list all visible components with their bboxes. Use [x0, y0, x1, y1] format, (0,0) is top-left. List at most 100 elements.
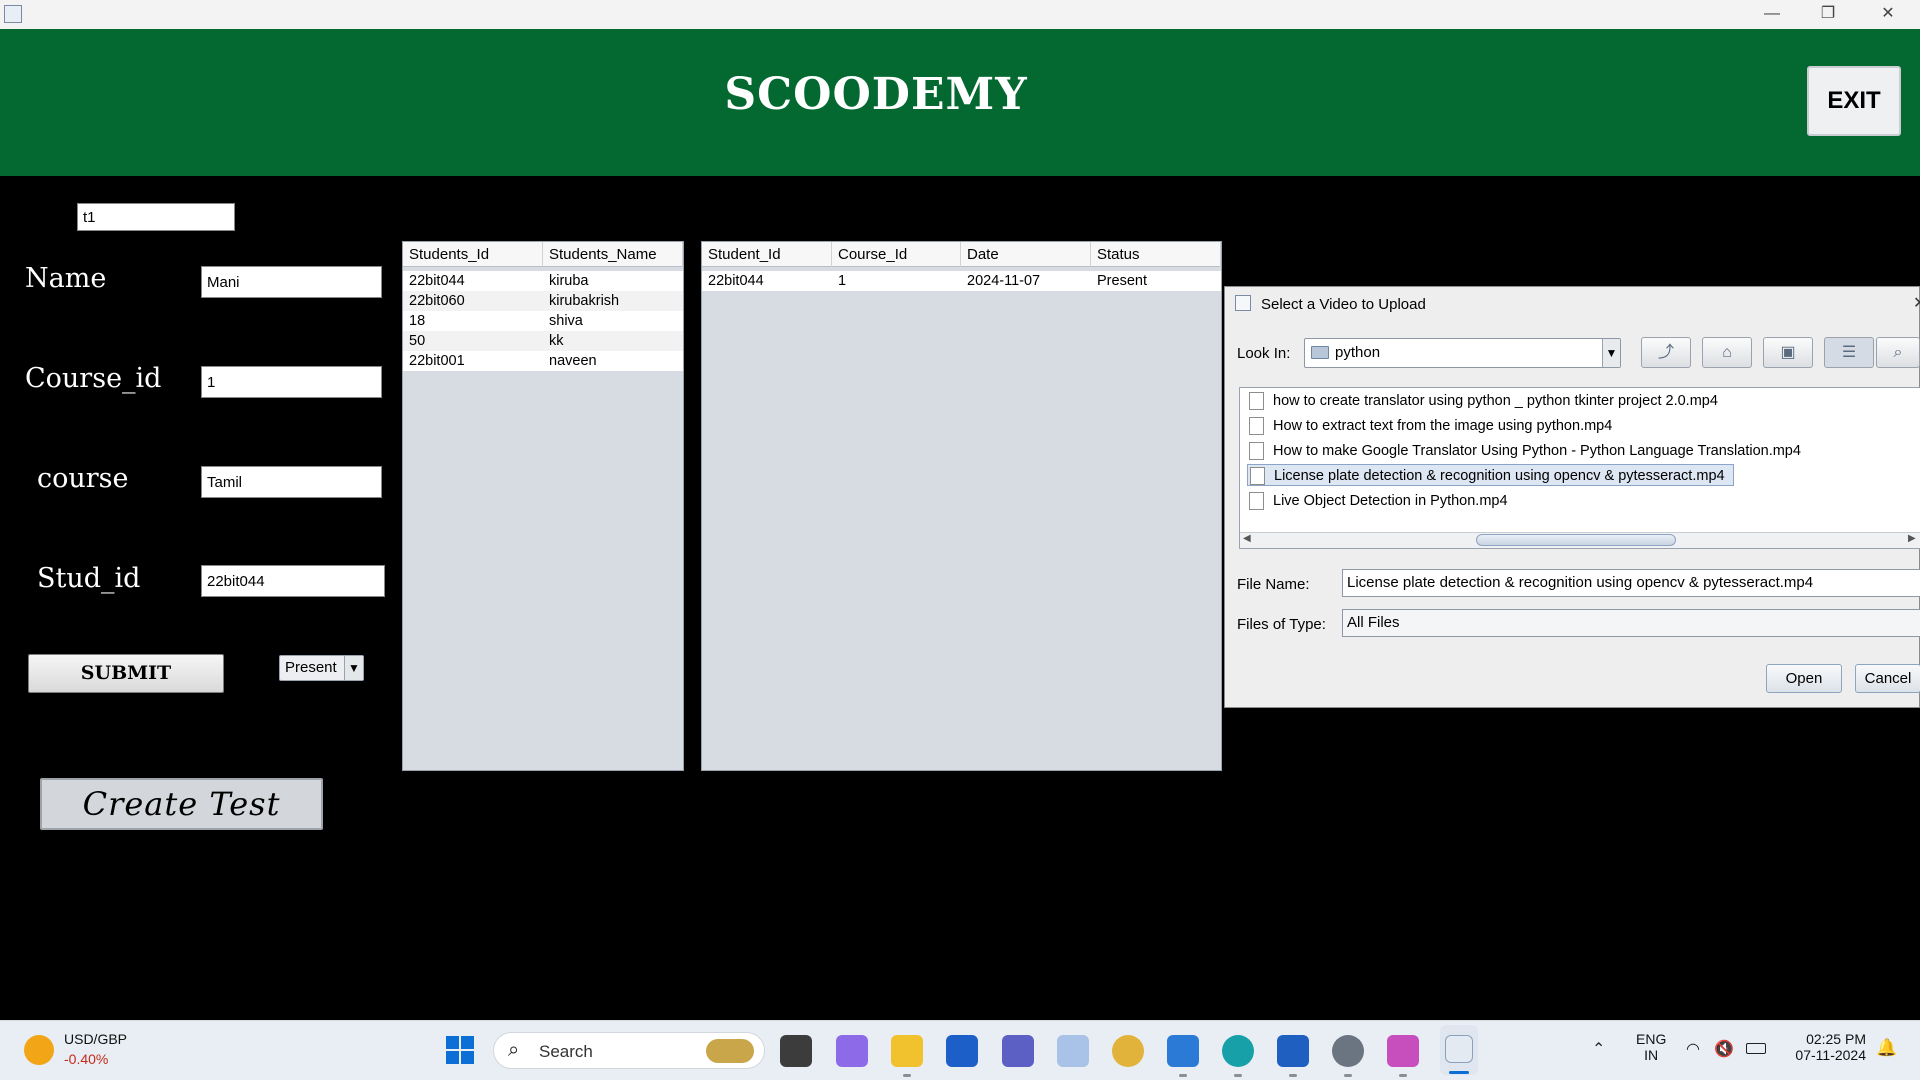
- notification-bell-icon[interactable]: 🔔: [1876, 1038, 1897, 1058]
- folder-icon: [1311, 346, 1329, 359]
- stud-id-input[interactable]: [201, 565, 385, 597]
- app-header: SCOODEMY EXIT: [0, 29, 1920, 176]
- file-item-selected[interactable]: License plate detection & recognition us…: [1247, 464, 1734, 486]
- edge-icon[interactable]: [1222, 1035, 1254, 1067]
- file-icon: [1249, 392, 1264, 410]
- chrome-icon[interactable]: [1112, 1035, 1144, 1067]
- column-header-date[interactable]: Date: [961, 242, 1091, 267]
- table-cell: 50: [409, 333, 426, 349]
- look-in-dropdown[interactable]: python ▼: [1304, 338, 1621, 368]
- course-id-label: Course_id: [25, 363, 162, 394]
- clock[interactable]: 02:25 PM 07-11-2024: [1786, 1031, 1866, 1063]
- file-item[interactable]: How to extract text from the image using…: [1247, 415, 1612, 437]
- window-title-bar: — ❐ ✕: [0, 0, 1920, 29]
- exit-button[interactable]: EXIT: [1807, 66, 1901, 136]
- file-item[interactable]: How to make Google Translator Using Pyth…: [1247, 440, 1801, 462]
- course-input[interactable]: [201, 466, 382, 498]
- volume-muted-icon[interactable]: 🔇: [1714, 1039, 1734, 1059]
- file-list[interactable]: how to create translator using python _ …: [1239, 387, 1920, 549]
- task-view-icon[interactable]: [780, 1035, 812, 1067]
- clock-time: 02:25 PM: [1806, 1031, 1866, 1047]
- scroll-right-icon[interactable]: ▶: [1908, 533, 1916, 544]
- taskbar-search-box[interactable]: ⌕ Search: [493, 1032, 765, 1069]
- teams-icon[interactable]: [1002, 1035, 1034, 1067]
- test-name-input[interactable]: [77, 203, 235, 231]
- file-item[interactable]: how to create translator using python _ …: [1247, 390, 1718, 412]
- table-row[interactable]: 50 kk: [403, 331, 683, 351]
- java-app-icon: [4, 5, 22, 23]
- battery-icon[interactable]: [1746, 1043, 1766, 1054]
- open-button[interactable]: Open: [1766, 664, 1842, 693]
- ticker-change: -0.40%: [64, 1051, 109, 1067]
- up-one-level-button[interactable]: ⤴: [1641, 337, 1691, 368]
- active-indicator: [1449, 1071, 1469, 1074]
- ticker-symbol: USD/GBP: [64, 1031, 128, 1047]
- submit-button[interactable]: SUBMIT: [28, 654, 224, 693]
- file-name-label: File Name:: [1237, 576, 1310, 593]
- java-app-taskbar-button[interactable]: [1440, 1025, 1478, 1075]
- chevron-up-icon[interactable]: ⌃: [1592, 1039, 1605, 1059]
- column-header-students-id[interactable]: Students_Id: [403, 242, 543, 267]
- status-dropdown[interactable]: Present ▼: [279, 655, 364, 681]
- file-type-dropdown[interactable]: All Files: [1342, 609, 1920, 637]
- students-table-header: Students_Id Students_Name: [403, 242, 683, 267]
- horizontal-scrollbar[interactable]: ◀ ▶: [1240, 532, 1920, 548]
- students-table[interactable]: Students_Id Students_Name 22bit044 kirub…: [402, 241, 684, 771]
- java-app-icon: [1235, 295, 1251, 311]
- table-cell: naveen: [549, 353, 597, 369]
- file-icon: [1249, 442, 1264, 460]
- taskbar: USD/GBP -0.40% ⌕ Search ⌃ ENG IN ◠ 🔇 02:…: [0, 1020, 1920, 1080]
- settings-gear-icon[interactable]: [1332, 1035, 1364, 1067]
- performance-monitor-icon[interactable]: [1057, 1035, 1089, 1067]
- file-item[interactable]: Live Object Detection in Python.mp4: [1247, 490, 1508, 512]
- table-cell: shiva: [549, 313, 583, 329]
- cancel-button[interactable]: Cancel: [1855, 664, 1920, 693]
- running-indicator: [1344, 1074, 1352, 1077]
- course-id-input[interactable]: [201, 366, 382, 398]
- windows-start-icon[interactable]: [446, 1036, 474, 1064]
- minimize-button[interactable]: —: [1744, 0, 1800, 29]
- attendance-table[interactable]: Student_Id Course_Id Date Status 22bit04…: [701, 241, 1222, 771]
- maximize-button[interactable]: ❐: [1800, 0, 1856, 29]
- details-view-button[interactable]: ⌕: [1876, 337, 1920, 368]
- language-indicator[interactable]: ENG IN: [1636, 1031, 1666, 1063]
- file-icon: [1249, 492, 1264, 510]
- file-name-input[interactable]: License plate detection & recognition us…: [1342, 569, 1920, 597]
- home-button[interactable]: ⌂: [1702, 337, 1752, 368]
- scroll-left-icon[interactable]: ◀: [1243, 533, 1251, 544]
- currency-widget-icon[interactable]: [24, 1035, 54, 1065]
- running-indicator: [1399, 1074, 1407, 1077]
- close-window-button[interactable]: ✕: [1860, 0, 1916, 29]
- chevron-down-icon[interactable]: ▼: [1602, 339, 1620, 367]
- column-header-student-id[interactable]: Student_Id: [702, 242, 832, 267]
- file-chooser-dialog[interactable]: Select a Video to Upload ✕ Look In: pyth…: [1224, 286, 1920, 708]
- look-in-value: python: [1335, 344, 1381, 361]
- copilot-icon[interactable]: [836, 1035, 868, 1067]
- chevron-down-icon[interactable]: ▼: [344, 656, 363, 680]
- notepad-icon[interactable]: [1167, 1035, 1199, 1067]
- running-indicator: [1289, 1074, 1297, 1077]
- new-folder-button[interactable]: ▣: [1763, 337, 1813, 368]
- name-input[interactable]: [201, 266, 382, 298]
- table-row[interactable]: 18 shiva: [403, 311, 683, 331]
- search-icon: ⌕: [508, 1039, 520, 1061]
- close-icon[interactable]: ✕: [1913, 293, 1920, 313]
- file-explorer-icon[interactable]: [891, 1035, 923, 1067]
- scrollbar-thumb[interactable]: [1476, 534, 1676, 546]
- table-row[interactable]: 22bit060 kirubakrish: [403, 291, 683, 311]
- column-header-students-name[interactable]: Students_Name: [543, 242, 683, 267]
- word-icon[interactable]: [1277, 1035, 1309, 1067]
- table-row[interactable]: 22bit001 naveen: [403, 351, 683, 371]
- microsoft-store-icon[interactable]: [946, 1035, 978, 1067]
- table-row[interactable]: 22bit044 kiruba: [403, 271, 683, 291]
- column-header-status[interactable]: Status: [1091, 242, 1221, 267]
- list-view-button[interactable]: ☰: [1824, 337, 1874, 368]
- look-in-label: Look In:: [1237, 345, 1291, 362]
- app-cube-icon[interactable]: [1387, 1035, 1419, 1067]
- dialog-title: Select a Video to Upload: [1261, 296, 1426, 313]
- create-test-button[interactable]: Create Test: [40, 778, 323, 830]
- table-cell: kirubakrish: [549, 293, 620, 309]
- table-row[interactable]: 22bit044 1 2024-11-07 Present: [702, 271, 1221, 291]
- column-header-course-id[interactable]: Course_Id: [832, 242, 961, 267]
- wifi-icon[interactable]: ◠: [1686, 1039, 1700, 1059]
